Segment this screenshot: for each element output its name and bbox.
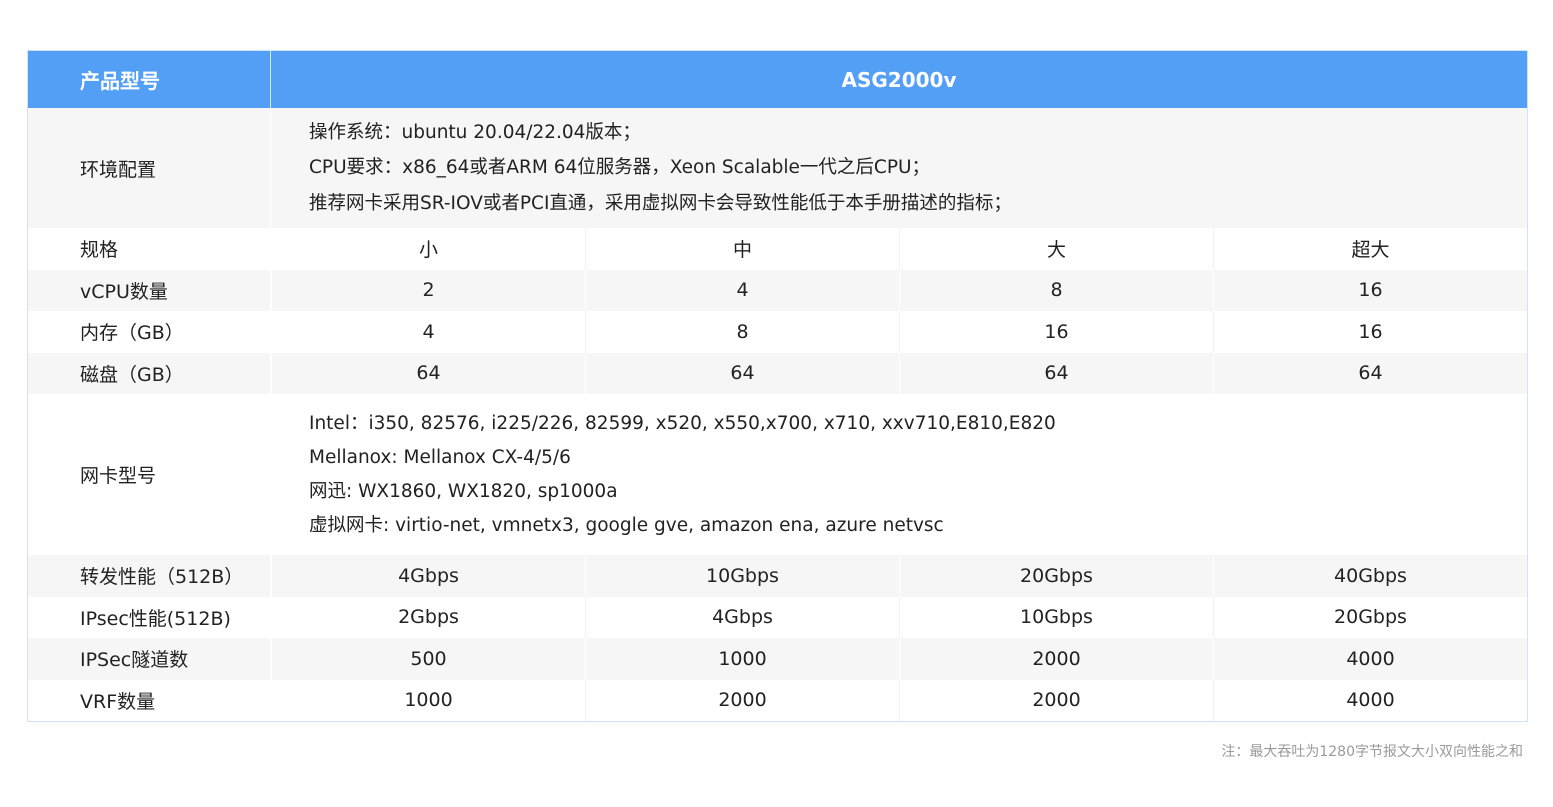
table-row: IPsec性能(512B) 2Gbps 4Gbps 10Gbps 20Gbps: [28, 596, 1527, 638]
table-header: 产品型号 ASG2000v: [28, 51, 1527, 108]
table-row: 内存（GB） 4 8 16 16: [28, 311, 1527, 353]
row-label: 规格: [28, 228, 271, 270]
nic-label: 网卡型号: [28, 394, 271, 555]
row-value: 20Gbps: [899, 555, 1213, 597]
row-value: 2000: [899, 638, 1213, 680]
row-value: 中: [585, 228, 899, 270]
table-row: 磁盘（GB） 64 64 64 64: [28, 352, 1527, 394]
nic-line: Intel：i350, 82576, i225/226, 82599, x520…: [309, 412, 1056, 434]
header-label: 产品型号: [28, 51, 271, 108]
nic-row: 网卡型号 Intel：i350, 82576, i225/226, 82599,…: [28, 394, 1527, 555]
environment-line: 操作系统：ubuntu 20.04/22.04版本；: [309, 121, 641, 143]
row-value: 16: [1213, 311, 1527, 353]
row-label: vCPU数量: [28, 269, 271, 311]
environment-line: 推荐网卡采用SR-IOV或者PCI直通，采用虚拟网卡会导致性能低于本手册描述的指…: [309, 192, 1012, 214]
row-value: 超大: [1213, 228, 1527, 270]
row-label: VRF数量: [28, 679, 271, 721]
environment-line: CPU要求：x86_64或者ARM 64位服务器，Xeon Scalable一代…: [309, 157, 931, 179]
row-value: 4: [271, 311, 585, 353]
row-value: 500: [271, 638, 585, 680]
row-label: IPsec性能(512B): [28, 596, 271, 638]
table-row: 转发性能（512B） 4Gbps 10Gbps 20Gbps 40Gbps: [28, 555, 1527, 597]
row-value: 64: [899, 352, 1213, 394]
row-value: 小: [271, 228, 585, 270]
row-value: 2000: [899, 679, 1213, 721]
environment-details: 操作系统：ubuntu 20.04/22.04版本； CPU要求：x86_64或…: [271, 108, 1527, 228]
row-value: 1000: [271, 679, 585, 721]
table-row: 规格 小 中 大 超大: [28, 228, 1527, 270]
row-value: 4Gbps: [271, 555, 585, 597]
nic-details: Intel：i350, 82576, i225/226, 82599, x520…: [271, 394, 1527, 555]
row-label: 内存（GB）: [28, 311, 271, 353]
nic-line: 虚拟网卡: virtio-net, vmnetx3, google gve, a…: [309, 514, 944, 536]
row-value: 4: [585, 269, 899, 311]
nic-line: 网迅: WX1860, WX1820, sp1000a: [309, 480, 618, 502]
row-value: 大: [899, 228, 1213, 270]
row-value: 1000: [585, 638, 899, 680]
row-value: 2000: [585, 679, 899, 721]
row-label: IPSec隧道数: [28, 638, 271, 680]
row-value: 20Gbps: [1213, 596, 1527, 638]
row-value: 4000: [1213, 638, 1527, 680]
row-value: 16: [1213, 269, 1527, 311]
row-value: 2Gbps: [271, 596, 585, 638]
row-label: 磁盘（GB）: [28, 352, 271, 394]
row-value: 64: [1213, 352, 1527, 394]
row-value: 4Gbps: [585, 596, 899, 638]
row-value: 10Gbps: [585, 555, 899, 597]
row-value: 64: [271, 352, 585, 394]
footnote: 注：最大吞吐为1280字节报文大小双向性能之和: [1221, 744, 1523, 760]
row-label: 转发性能（512B）: [28, 555, 271, 597]
table-row: IPSec隧道数 500 1000 2000 4000: [28, 638, 1527, 680]
spec-table: 产品型号 ASG2000v 环境配置 操作系统：ubuntu 20.04/22.…: [27, 50, 1528, 722]
nic-line: Mellanox: Mellanox CX-4/5/6: [309, 446, 571, 468]
header-model: ASG2000v: [841, 67, 957, 92]
environment-row: 环境配置 操作系统：ubuntu 20.04/22.04版本； CPU要求：x8…: [28, 108, 1527, 228]
table-row: vCPU数量 2 4 8 16: [28, 269, 1527, 311]
row-value: 64: [585, 352, 899, 394]
row-value: 2: [271, 269, 585, 311]
row-value: 16: [899, 311, 1213, 353]
environment-label: 环境配置: [28, 108, 271, 228]
row-value: 40Gbps: [1213, 555, 1527, 597]
table-row: VRF数量 1000 2000 2000 4000: [28, 679, 1527, 721]
row-value: 8: [899, 269, 1213, 311]
row-value: 4000: [1213, 679, 1527, 721]
row-value: 10Gbps: [899, 596, 1213, 638]
row-value: 8: [585, 311, 899, 353]
